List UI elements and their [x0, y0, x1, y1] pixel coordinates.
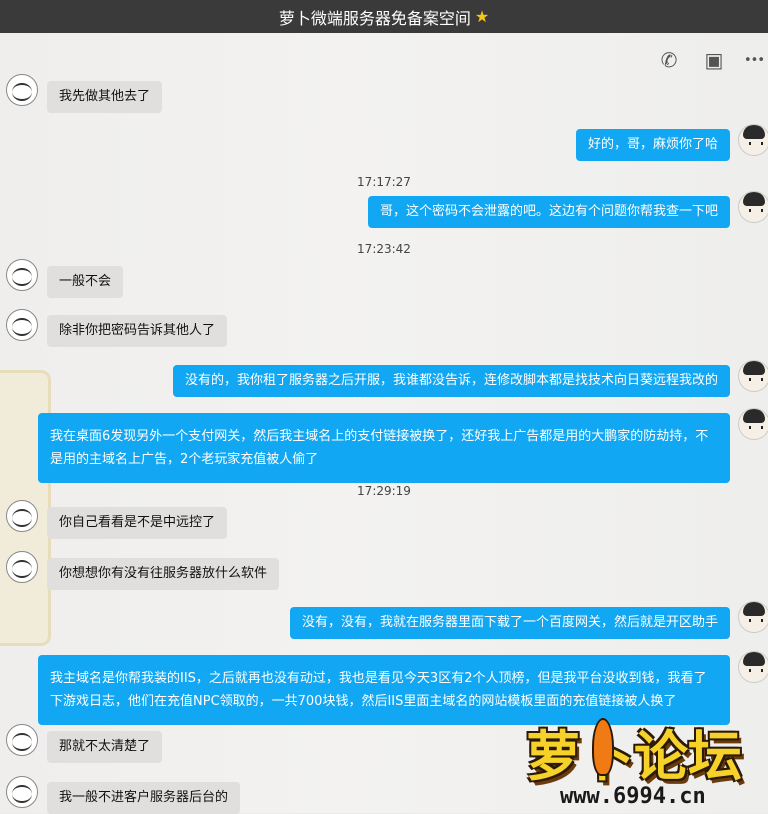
message-bubble-outgoing[interactable]: 哥，这个密码不会泄露的吧。这边有个问题你帮我查一下吧 [367, 196, 730, 228]
message-bubble-incoming[interactable]: 那就不太清楚了 [47, 731, 163, 763]
contact-avatar[interactable] [6, 259, 38, 291]
window-title: 萝卜微端服务器免备案空间 [278, 8, 471, 28]
carrot-icon [592, 718, 614, 776]
message-bubble-incoming[interactable]: 你自己看看是不是中远控了 [47, 507, 228, 539]
message-bubble-outgoing[interactable]: 好的，哥，麻烦你了哈 [575, 129, 730, 161]
site-watermark-logo: 萝卜论坛 www.6994.cn [520, 712, 760, 810]
message-bubble-outgoing[interactable]: 我在桌面6发现另外一个支付网关，然后我主域名上的支付链接被换了，还好我上广告都是… [38, 413, 730, 483]
my-avatar[interactable] [738, 408, 768, 440]
contact-avatar[interactable] [6, 74, 38, 106]
message-bubble-outgoing[interactable]: 没有的，我你租了服务器之后开服，我谁都没告诉，连修改脚本都是找技术向日葵远程我改… [172, 365, 730, 397]
contact-avatar[interactable] [6, 309, 38, 341]
more-icon[interactable]: ••• [740, 46, 768, 74]
star-icon[interactable]: ★ [475, 7, 489, 26]
message-bubble-outgoing[interactable]: 没有，没有，我就在服务器里面下载了一个百度网关，然后就是开区助手 [289, 607, 730, 639]
timestamp: 17:23:42 [357, 242, 411, 256]
contact-avatar[interactable] [6, 500, 38, 532]
contact-avatar[interactable] [6, 551, 38, 583]
my-avatar[interactable] [738, 651, 768, 683]
window-title-bar: 萝卜微端服务器免备案空间 ★ [0, 0, 768, 33]
watermark-url: www.6994.cn [560, 784, 706, 809]
voice-call-icon[interactable]: ✆ [655, 46, 683, 74]
video-call-icon[interactable]: ▣ [700, 46, 728, 74]
contact-avatar[interactable] [6, 724, 38, 756]
message-bubble-incoming[interactable]: 我先做其他去了 [47, 81, 163, 113]
my-avatar[interactable] [738, 601, 768, 633]
message-bubble-incoming[interactable]: 我一般不进客户服务器后台的 [47, 782, 241, 814]
message-bubble-incoming[interactable]: 一般不会 [47, 266, 124, 298]
my-avatar[interactable] [738, 191, 768, 223]
contact-avatar[interactable] [6, 776, 38, 808]
my-avatar[interactable] [738, 360, 768, 392]
timestamp: 17:29:19 [357, 484, 411, 498]
my-avatar[interactable] [738, 124, 768, 156]
message-bubble-incoming[interactable]: 你想想你有没有往服务器放什么软件 [47, 558, 280, 590]
timestamp: 17:17:27 [357, 175, 411, 189]
message-bubble-incoming[interactable]: 除非你把密码告诉其他人了 [47, 315, 228, 347]
logo-text: 萝卜论坛 [526, 725, 742, 788]
